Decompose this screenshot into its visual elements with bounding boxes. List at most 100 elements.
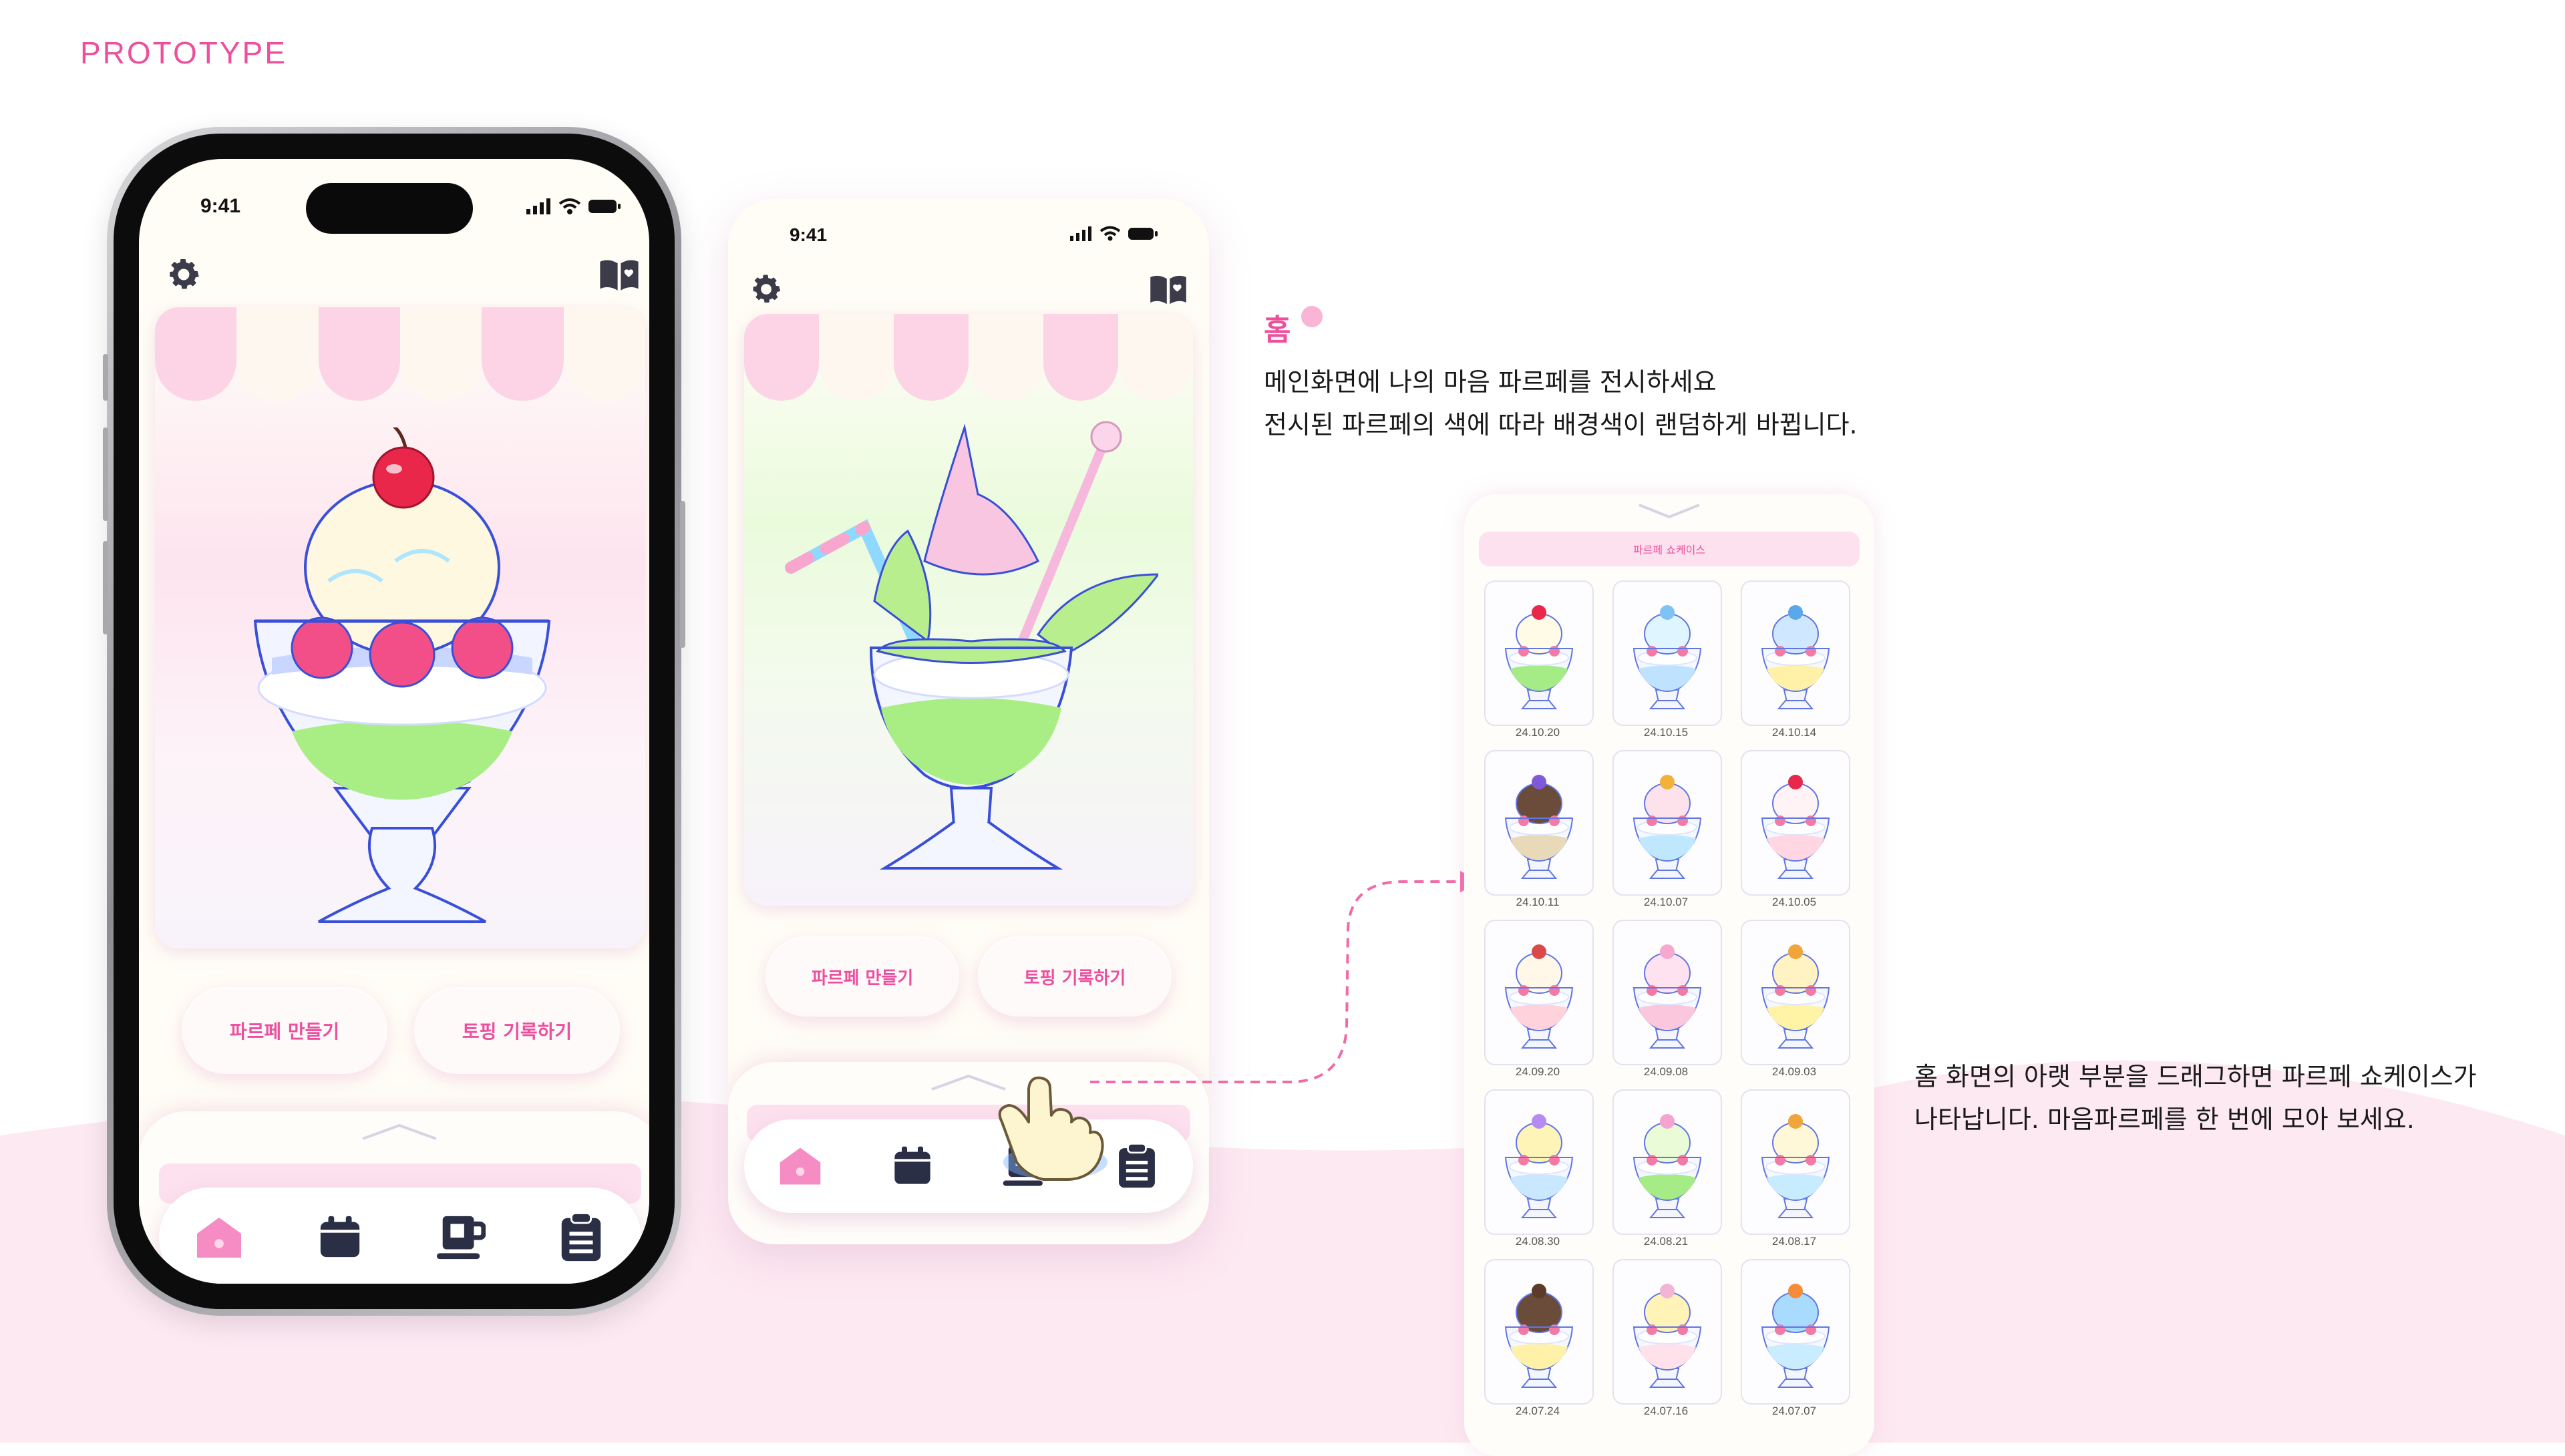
parfait-mini-illustration	[1504, 944, 1574, 1049]
signal-icon	[1070, 226, 1091, 241]
home-icon	[780, 1147, 821, 1185]
tab-home[interactable]	[774, 1139, 827, 1193]
showcase-item-date: 24.08.17	[1771, 1235, 1817, 1248]
showcase-item-date: 24.09.08	[1643, 1065, 1689, 1078]
status-icons-2	[1070, 226, 1158, 242]
showcase-item[interactable]: 24.10.07	[1612, 747, 1722, 917]
make-parfait-button[interactable]: 파르페 만들기	[182, 987, 387, 1074]
showcase-item-date: 24.09.03	[1771, 1065, 1817, 1078]
showcase-item-date: 24.07.07	[1771, 1405, 1817, 1417]
status-icons	[526, 198, 621, 215]
showcase-item[interactable]: 24.10.11	[1484, 747, 1594, 917]
connector-arrow	[1090, 871, 1482, 1083]
parfait-showcase-panel[interactable]: 파르페 쇼케이스 24.10.20 24.10.15 24.10.14 24.10.1…	[1464, 494, 1874, 1456]
parfait-mini-illustration	[1761, 944, 1830, 1049]
parfait-mini-illustration	[1761, 1114, 1830, 1218]
showcase-title: 파르페 쇼케이스	[1479, 532, 1860, 566]
phone-screen: 9:41 파르페 만들기 토핑 기록하기	[139, 159, 649, 1284]
parfait-melon-illustration	[785, 421, 1158, 870]
drag-description-line-1: 홈 화면의 아랫 부분을 드래그하면 파르페 쇼케이스가	[1914, 1062, 2477, 1091]
parfait-thumbnail	[1484, 580, 1594, 726]
drawer-handle-chevron-icon[interactable]	[359, 1122, 440, 1142]
parfait-thumbnail	[1612, 1089, 1722, 1235]
signal-icon	[526, 198, 550, 214]
showcase-item[interactable]: 24.10.05	[1741, 747, 1850, 917]
showcase-item[interactable]: 24.10.15	[1612, 578, 1722, 747]
showcase-item-date: 24.08.21	[1643, 1235, 1689, 1248]
tab-record[interactable]	[554, 1211, 608, 1264]
settings-gear-icon[interactable]	[748, 271, 784, 307]
parfait-mini-illustration	[1633, 1114, 1702, 1218]
record-topping-button[interactable]: 토핑 기록하기	[414, 987, 620, 1074]
parfait-mini-illustration	[1504, 1284, 1574, 1388]
parfait-thumbnail	[1484, 1259, 1594, 1405]
make-parfait-button-2[interactable]: 파르페 만들기	[765, 936, 959, 1017]
book-heart-icon[interactable]	[1149, 271, 1188, 307]
settings-gear-icon[interactable]	[164, 255, 203, 294]
tab-cup[interactable]	[434, 1211, 487, 1264]
calendar-icon	[320, 1216, 359, 1258]
parfait-thumbnail	[1612, 580, 1722, 726]
parfait-display-card-2[interactable]	[744, 314, 1193, 906]
cup-icon	[437, 1216, 486, 1260]
parfait-mini-illustration	[1761, 1284, 1830, 1388]
showcase-item-date: 24.10.11	[1516, 896, 1560, 908]
showcase-item[interactable]: 24.09.20	[1484, 917, 1594, 1087]
awning	[155, 307, 645, 401]
battery-icon	[588, 200, 621, 213]
showcase-item[interactable]: 24.10.14	[1741, 578, 1850, 747]
parfait-mini-illustration	[1761, 605, 1830, 709]
parfait-mini-illustration	[1504, 1114, 1574, 1218]
parfait-mini-illustration	[1504, 605, 1574, 709]
showcase-item[interactable]: 24.07.24	[1484, 1256, 1594, 1426]
showcase-item[interactable]: 24.07.16	[1612, 1256, 1722, 1426]
showcase-item-date: 24.10.14	[1771, 726, 1817, 739]
parfait-strawberry-illustration	[253, 427, 551, 923]
home-description-line-1: 메인화면에 나의 마음 파르페를 전시하세요	[1264, 367, 1717, 397]
wifi-icon	[1099, 226, 1121, 241]
parfait-mini-illustration	[1633, 775, 1702, 879]
showcase-item-date: 24.08.30	[1515, 1235, 1560, 1248]
showcase-item[interactable]: 24.09.03	[1741, 917, 1850, 1087]
clipboard-icon	[1119, 1143, 1155, 1188]
showcase-item[interactable]: 24.09.08	[1612, 917, 1722, 1087]
parfait-thumbnail	[1612, 920, 1722, 1065]
showcase-item-date: 24.09.20	[1515, 1065, 1560, 1078]
showcase-grid: 24.10.20 24.10.15 24.10.14 24.10.11 24.10.07…	[1484, 578, 1858, 1426]
tab-calendar[interactable]	[313, 1211, 367, 1264]
dynamic-island	[306, 183, 473, 234]
wifi-icon	[558, 198, 581, 214]
showcase-item-date: 24.10.20	[1515, 726, 1560, 739]
tab-home[interactable]	[192, 1211, 246, 1264]
awning	[744, 314, 1193, 401]
tab-bar	[159, 1188, 641, 1284]
showcase-collapse-chevron-icon[interactable]	[1636, 501, 1703, 520]
showcase-item[interactable]: 24.10.20	[1484, 578, 1594, 747]
parfait-mini-illustration	[1761, 775, 1830, 879]
home-icon	[197, 1218, 242, 1258]
page-title: PROTOTYPE	[80, 35, 287, 70]
parfait-thumbnail	[1484, 920, 1594, 1065]
showcase-item-date: 24.07.24	[1515, 1405, 1560, 1417]
showcase-item[interactable]: 24.08.21	[1612, 1087, 1722, 1256]
parfait-thumbnail	[1612, 750, 1722, 896]
showcase-item-date: 24.10.15	[1643, 726, 1689, 739]
parfait-display-card[interactable]	[155, 307, 645, 948]
home-description-line-2: 전시된 파르페의 색에 따라 배경색이 랜덤하게 바뀝니다.	[1264, 410, 1858, 439]
tab-calendar[interactable]	[886, 1139, 939, 1193]
showcase-item[interactable]: 24.08.30	[1484, 1087, 1594, 1256]
showcase-item-date: 24.10.05	[1771, 896, 1817, 908]
calendar-icon	[894, 1146, 930, 1184]
section-title: 홈	[1264, 313, 1291, 347]
parfait-thumbnail	[1741, 750, 1850, 896]
book-heart-icon[interactable]	[598, 255, 640, 294]
showcase-item-date: 24.10.07	[1643, 896, 1689, 908]
parfait-thumbnail	[1612, 1259, 1722, 1405]
showcase-item[interactable]: 24.08.17	[1741, 1087, 1850, 1256]
battery-icon	[1128, 228, 1158, 240]
showcase-item-date: 24.07.16	[1643, 1405, 1689, 1417]
tab-record[interactable]	[1110, 1139, 1164, 1193]
parfait-thumbnail	[1741, 1089, 1850, 1235]
showcase-item[interactable]: 24.07.07	[1741, 1256, 1850, 1426]
status-time: 9:41	[200, 195, 241, 217]
